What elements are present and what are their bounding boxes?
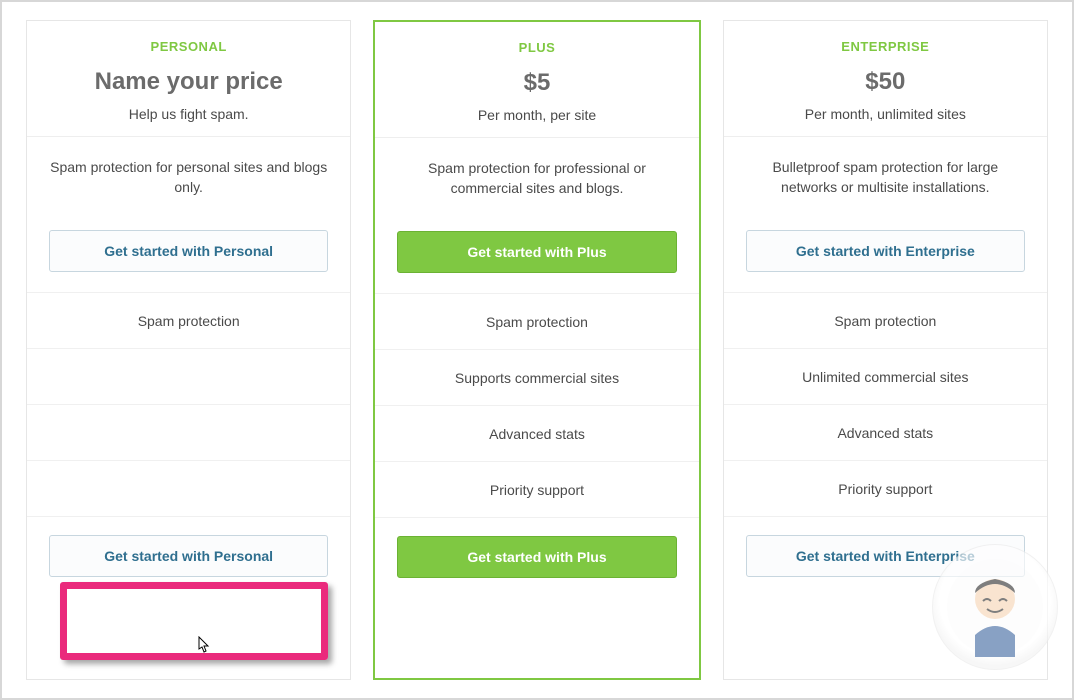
plan-price: $5: [393, 69, 680, 97]
plan-personal: PERSONAL Name your price Help us fight s…: [26, 20, 351, 680]
plan-subtitle: Help us fight spam.: [45, 106, 332, 122]
plan-subtitle: Per month, per site: [393, 107, 680, 123]
plan-description: Bulletproof spam protection for large ne…: [724, 136, 1047, 222]
plan-description: Spam protection for personal sites and b…: [27, 136, 350, 222]
feature-item: Supports commercial sites: [375, 349, 698, 405]
feature-item: Spam protection: [375, 293, 698, 349]
get-started-personal-button[interactable]: Get started with Personal: [49, 230, 328, 272]
plan-header: ENTERPRISE $50 Per month, unlimited site…: [724, 21, 1047, 136]
feature-item: Unlimited commercial sites: [724, 348, 1047, 404]
get-started-personal-button-bottom[interactable]: Get started with Personal: [49, 535, 328, 577]
plan-plus: PLUS $5 Per month, per site Spam protect…: [373, 20, 700, 680]
plan-features: Spam protection Supports commercial site…: [375, 293, 698, 517]
plan-cta-row: Get started with Enterprise: [724, 222, 1047, 292]
feature-item: Priority support: [724, 460, 1047, 516]
get-started-enterprise-button[interactable]: Get started with Enterprise: [746, 230, 1025, 272]
feature-item: Advanced stats: [375, 405, 698, 461]
plan-features: Spam protection Unlimited commercial sit…: [724, 292, 1047, 516]
feature-item: Spam protection: [27, 292, 350, 348]
get-started-plus-button-bottom[interactable]: Get started with Plus: [397, 536, 676, 578]
plan-price: $50: [742, 68, 1029, 96]
feature-item: [27, 460, 350, 516]
feature-item: Advanced stats: [724, 404, 1047, 460]
plan-cta-row: Get started with Personal: [27, 222, 350, 292]
plan-name: PLUS: [393, 40, 680, 55]
feature-item: Priority support: [375, 461, 698, 517]
plan-price: Name your price: [45, 68, 332, 96]
pricing-columns: PERSONAL Name your price Help us fight s…: [26, 20, 1048, 680]
feature-item: Spam protection: [724, 292, 1047, 348]
feature-item: [27, 404, 350, 460]
feature-item: [27, 348, 350, 404]
plan-subtitle: Per month, unlimited sites: [742, 106, 1029, 122]
plan-name: PERSONAL: [45, 39, 332, 54]
plan-header: PLUS $5 Per month, per site: [375, 22, 698, 137]
get-started-plus-button[interactable]: Get started with Plus: [397, 231, 676, 273]
plan-cta-row-bottom: Get started with Personal: [27, 516, 350, 595]
avatar-widget[interactable]: [932, 544, 1058, 670]
plan-header: PERSONAL Name your price Help us fight s…: [27, 21, 350, 136]
pricing-page: PERSONAL Name your price Help us fight s…: [0, 0, 1074, 700]
plan-cta-row: Get started with Plus: [375, 223, 698, 293]
plan-description: Spam protection for professional or comm…: [375, 137, 698, 223]
plan-name: ENTERPRISE: [742, 39, 1029, 54]
plan-features: Spam protection: [27, 292, 350, 516]
plan-cta-row-bottom: Get started with Plus: [375, 517, 698, 596]
